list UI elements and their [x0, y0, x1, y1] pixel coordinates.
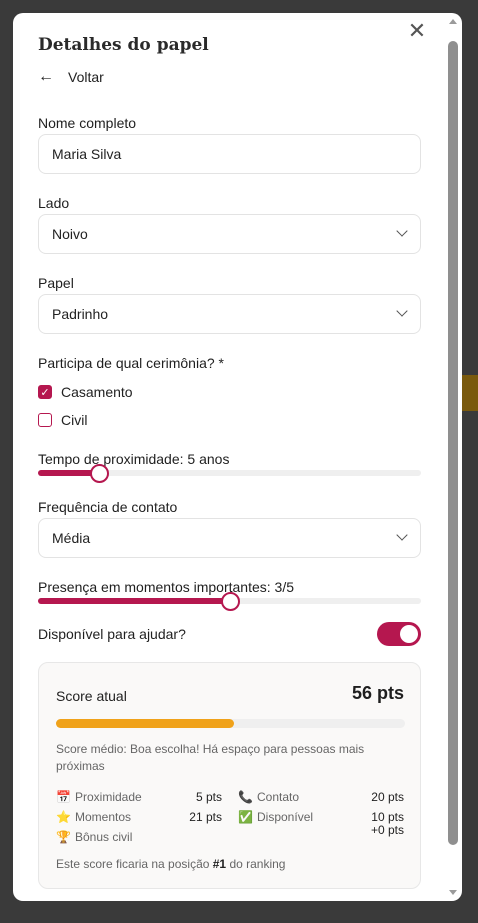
ranking-position: #1	[212, 857, 227, 871]
contact-label: Frequência de contato	[38, 499, 178, 515]
presence-slider-handle[interactable]	[220, 592, 240, 611]
modal-title: Detalhes do papel	[38, 35, 209, 55]
breakdown-item: ⭐ Momentos 21 pts	[56, 810, 222, 824]
score-progress-bar	[56, 719, 405, 728]
ceremony-civil-checkbox[interactable]: Civil	[38, 412, 87, 428]
chevron-down-icon	[396, 305, 408, 317]
closeness-slider[interactable]	[38, 464, 421, 483]
ceremony-label-civil: Civil	[61, 412, 88, 428]
role-value: Padrinho	[52, 306, 109, 322]
ceremony-casamento-checkbox[interactable]: ✓ Casamento	[38, 384, 133, 400]
arrow-left-icon: ←	[38, 68, 54, 85]
score-progress-fill	[56, 719, 234, 728]
name-label: Nome completo	[38, 115, 137, 131]
scrollbar-thumb[interactable]	[448, 41, 458, 845]
breakdown-item: 🏆 Bônus civil	[56, 830, 133, 844]
trophy-icon: 🏆	[56, 830, 71, 844]
score-message: Score médio: Boa escolha! Há espaço para…	[56, 742, 365, 773]
check-icon: ✅	[238, 810, 253, 824]
presence-slider[interactable]	[38, 592, 421, 611]
role-label: Papel	[38, 275, 74, 291]
available-label: Disponível para ajudar?	[38, 626, 186, 642]
close-icon[interactable]: ✕	[406, 20, 428, 42]
side-label: Lado	[38, 195, 70, 211]
toggle-knob	[400, 625, 418, 643]
score-card: Score atual 56 pts Score médio: Boa esco…	[38, 662, 421, 889]
presence-slider-fill	[38, 598, 230, 604]
breakdown-item: 📞 Contato 20 pts	[238, 790, 404, 804]
breakdown-item: 📅 Proximidade 5 pts	[56, 790, 222, 804]
score-value: 56 pts	[351, 683, 404, 703]
scrollbar[interactable]	[447, 19, 459, 899]
back-button[interactable]: ← Voltar	[38, 68, 104, 86]
role-select[interactable]: Padrinho	[38, 294, 421, 334]
ceremony-label-casamento: Casamento	[61, 384, 133, 400]
name-input[interactable]	[38, 134, 421, 174]
closeness-label: Tempo de proximidade: 5 anos	[38, 451, 230, 467]
checkbox-icon[interactable]	[38, 413, 52, 427]
ranking-text: Este score ficaria na posição #1 do rank…	[56, 857, 286, 871]
closeness-slider-handle[interactable]	[90, 464, 110, 483]
calendar-icon: 📅	[56, 790, 71, 804]
star-icon: ⭐	[56, 810, 71, 824]
breakdown-item: ✅ Disponível 10 pts	[238, 810, 404, 824]
side-value: Noivo	[52, 226, 88, 242]
contact-select[interactable]: Média	[38, 518, 421, 558]
role-details-modal: Detalhes do papel ✕ ← Voltar Nome comple…	[13, 13, 462, 901]
phone-icon: 📞	[238, 790, 253, 804]
scroll-down-icon[interactable]	[449, 890, 457, 895]
chevron-down-icon	[396, 225, 408, 237]
score-heading: Score atual	[56, 688, 127, 704]
checkbox-checked-icon[interactable]: ✓	[38, 385, 52, 399]
back-label: Voltar	[68, 69, 104, 85]
contact-value: Média	[52, 530, 91, 546]
side-select[interactable]: Noivo	[38, 214, 421, 254]
ceremony-label: Participa de qual cerimônia? *	[38, 355, 224, 371]
presence-label: Presença em momentos importantes: 3/5	[38, 579, 295, 595]
chevron-down-icon	[396, 529, 408, 541]
available-toggle[interactable]	[377, 622, 421, 646]
scroll-up-icon[interactable]	[449, 19, 457, 24]
